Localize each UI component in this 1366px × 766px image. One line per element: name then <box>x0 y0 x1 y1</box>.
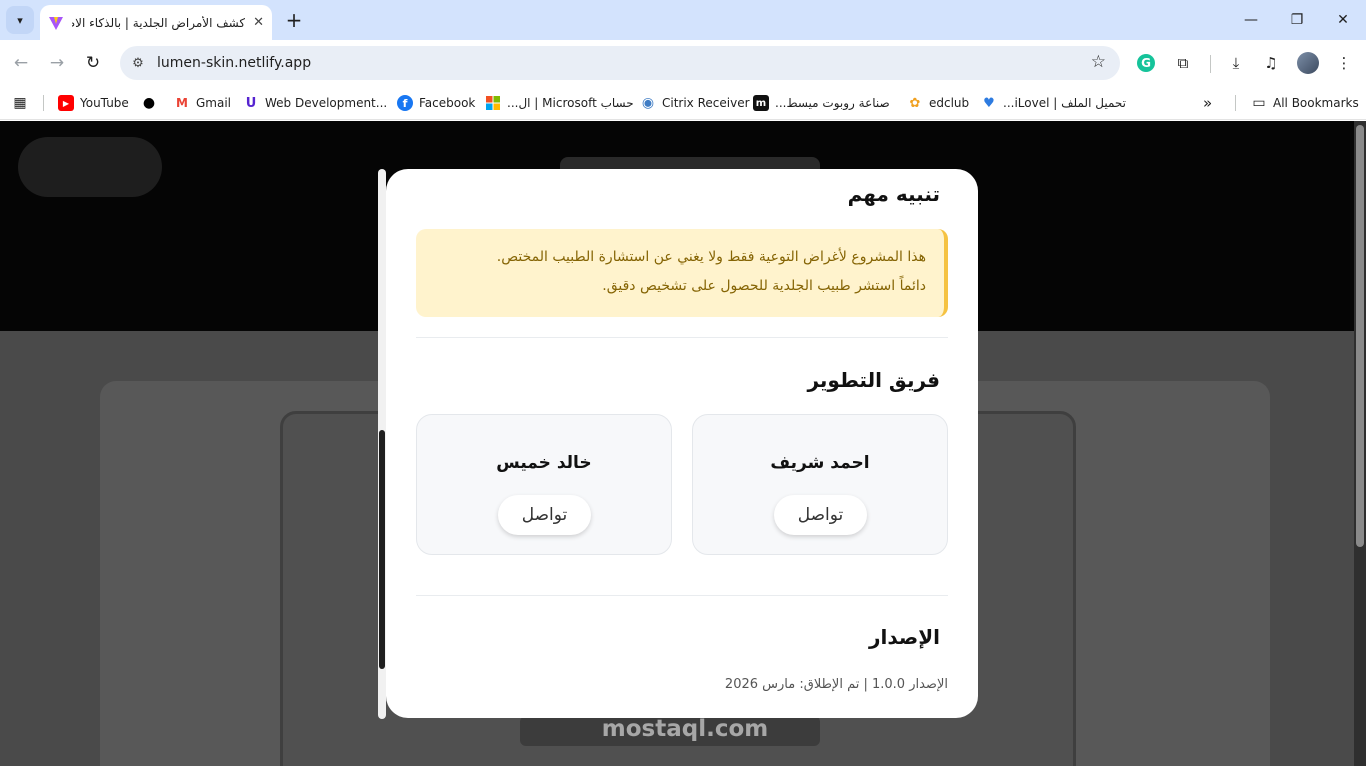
section-divider <box>416 337 948 338</box>
bookmark-separator <box>1235 95 1236 111</box>
all-bookmarks[interactable]: ▭ All Bookmarks <box>1251 92 1358 114</box>
page-scrollbar[interactable] <box>1354 121 1366 766</box>
minimize-icon[interactable]: — <box>1239 8 1263 32</box>
watermark-arabic: مستقل <box>611 669 759 715</box>
bookmark-youtube[interactable]: ▶ YouTube <box>58 92 129 114</box>
bookmarks-bar: ▦ ▶ YouTube ● M Gmail U Web Development.… <box>0 86 1366 120</box>
warning-line-2: دائماً استشر طبيب الجلدية للحصول على تشخ… <box>602 278 926 294</box>
about-modal: تنبيه مهم هذا المشروع لأغراض التوعية فقط… <box>386 169 978 718</box>
bookmark-microsoft[interactable]: حساب Microsoft | ال... <box>485 92 634 114</box>
reload-icon[interactable]: ↻ <box>80 50 106 76</box>
team-member-card: خالد خميس تواصل <box>416 414 672 555</box>
contact-button[interactable]: تواصل <box>498 495 591 535</box>
star-icon[interactable]: ☆ <box>1091 52 1106 72</box>
puzzle-icon[interactable]: ⧉ <box>1171 51 1195 75</box>
bookmark-robot[interactable]: m صناعة روبوت ميسط... <box>753 92 890 114</box>
browser-toolbar: ← → ↻ ⚙ lumen-skin.netlify.app ☆ G ⧉ ⤓ ♫… <box>0 40 1366 86</box>
window-close-icon[interactable]: ✕ <box>1331 8 1355 32</box>
bookmark-threads[interactable]: ● <box>141 92 163 114</box>
bookmarks-overflow-icon[interactable]: » <box>1203 92 1212 114</box>
plus-icon[interactable]: + <box>282 8 306 32</box>
warning-title: تنبيه مهم <box>847 182 940 206</box>
bookmark-facebook[interactable]: f Facebook <box>397 92 475 114</box>
media-icon[interactable]: ♫ <box>1259 51 1283 75</box>
toolbar-divider <box>1210 55 1211 73</box>
download-icon[interactable]: ⤓ <box>1224 51 1248 75</box>
vite-favicon-icon <box>49 16 63 30</box>
active-tab[interactable]: كشف الأمراض الجلدية | بالذكاء الاصطناعي … <box>40 5 272 40</box>
url-text[interactable]: lumen-skin.netlify.app <box>157 55 311 71</box>
edclub-icon: ✿ <box>909 95 921 111</box>
address-bar[interactable]: ⚙ lumen-skin.netlify.app ☆ <box>120 46 1120 80</box>
threads-icon: ● <box>142 95 156 111</box>
close-icon[interactable]: ✕ <box>253 15 264 30</box>
arrow-left-icon[interactable]: ← <box>8 50 34 76</box>
facebook-icon: f <box>397 95 413 111</box>
apps-icon[interactable]: ▦ <box>12 92 34 114</box>
grammarly-icon[interactable]: G <box>1137 54 1155 72</box>
member-name: خالد خميس <box>496 453 592 473</box>
team-title: فريق التطوير <box>807 368 940 392</box>
page-scrollbar-thumb[interactable] <box>1356 125 1364 547</box>
warning-line-1: هذا المشروع لأغراض التوعية فقط ولا يغني … <box>496 249 926 265</box>
bookmark-citrix[interactable]: ◉ Citrix Receiver <box>640 92 750 114</box>
ilovepdf-icon: ♥ <box>983 95 995 111</box>
version-title: الإصدار <box>869 625 940 649</box>
bookmark-udemy[interactable]: U Web Development... <box>243 92 387 114</box>
m-icon: m <box>753 95 769 111</box>
youtube-icon: ▶ <box>58 95 74 111</box>
kebab-icon[interactable]: ⋮ <box>1332 51 1356 75</box>
bookmark-ilovepdf[interactable]: ♥ تحميل الملف | iLovel... <box>981 92 1126 114</box>
section-divider <box>416 595 948 596</box>
team-member-card: احمد شريف تواصل <box>692 414 948 555</box>
bookmark-gmail[interactable]: M Gmail <box>174 92 231 114</box>
member-name: احمد شريف <box>770 453 870 473</box>
tab-title: كشف الأمراض الجلدية | بالذكاء الاصطناعي <box>72 15 246 30</box>
mostaql-watermark: مستقل mostaql.com <box>600 670 770 744</box>
udemy-icon: U <box>245 95 257 111</box>
gmail-icon: M <box>176 96 188 110</box>
chevron-down-icon[interactable]: ▾ <box>6 6 34 34</box>
arrow-right-icon[interactable]: → <box>44 50 70 76</box>
restore-icon[interactable]: ❐ <box>1285 8 1309 32</box>
bookmark-separator <box>43 95 44 111</box>
warning-box: هذا المشروع لأغراض التوعية فقط ولا يغني … <box>416 229 948 317</box>
bookmark-edclub[interactable]: ✿ edclub <box>907 92 970 114</box>
microsoft-icon <box>486 96 500 110</box>
tune-icon[interactable]: ⚙ <box>128 53 148 73</box>
avatar[interactable] <box>1297 52 1319 74</box>
citrix-icon: ◉ <box>641 95 655 111</box>
tab-strip: ▾ كشف الأمراض الجلدية | بالذكاء الاصطناع… <box>0 0 1366 40</box>
backdrop-button <box>18 137 162 197</box>
watermark-latin: mostaql.com <box>601 716 769 742</box>
folder-icon: ▭ <box>1252 95 1266 111</box>
modal-scrollbar-thumb[interactable] <box>379 430 385 669</box>
contact-button[interactable]: تواصل <box>774 495 867 535</box>
